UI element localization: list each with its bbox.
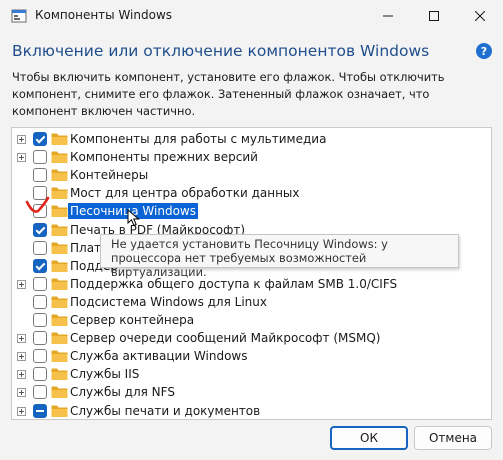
expand-icon[interactable] xyxy=(17,153,26,163)
feature-row[interactable]: Службы IIS xyxy=(12,365,491,383)
feature-checkbox[interactable] xyxy=(33,385,47,400)
tooltip: Не удается установить Песочницу Windows:… xyxy=(100,234,459,279)
feature-row[interactable]: Сервер очереди сообщений Майкрософт (MSM… xyxy=(12,329,491,347)
feature-label[interactable]: Сервер очереди сообщений Майкрософт (MSM… xyxy=(68,330,382,346)
feature-row[interactable]: Песочница Windows xyxy=(12,202,491,220)
minimize-icon xyxy=(383,15,393,17)
feature-label[interactable]: Сервер контейнера xyxy=(68,312,196,328)
page-title: Включение или отключение компонентов Win… xyxy=(12,42,430,60)
windows-features-icon xyxy=(11,9,27,23)
folder-icon xyxy=(51,151,68,164)
feature-row[interactable]: Сервер контейнера xyxy=(12,311,491,329)
feature-label[interactable]: Службы для NFS xyxy=(68,384,177,400)
expand-icon[interactable] xyxy=(17,279,26,289)
folder-icon xyxy=(51,278,68,290)
feature-checkbox[interactable] xyxy=(33,349,47,364)
folder-icon xyxy=(51,314,68,326)
feature-label[interactable]: Службы печати и документов xyxy=(68,403,262,419)
feature-checkbox[interactable] xyxy=(33,150,47,165)
expand-icon[interactable] xyxy=(17,135,26,144)
folder-icon xyxy=(51,133,68,145)
feature-label[interactable]: Мост для центра обработки данных xyxy=(68,185,302,201)
close-icon xyxy=(475,11,485,21)
expand-icon[interactable] xyxy=(17,370,26,380)
maximize-icon xyxy=(429,11,439,21)
feature-checkbox[interactable] xyxy=(33,276,47,291)
feature-row[interactable]: Службы для NFS xyxy=(12,383,491,401)
feature-row[interactable]: Компоненты прежних версий xyxy=(12,148,491,166)
feature-checkbox[interactable] xyxy=(33,403,47,418)
folder-icon xyxy=(51,405,68,417)
expand-icon[interactable] xyxy=(17,406,26,416)
close-button[interactable] xyxy=(457,0,503,32)
feature-checkbox[interactable] xyxy=(33,222,47,237)
folder-icon xyxy=(51,187,68,200)
cancel-button[interactable]: Отмена xyxy=(414,426,492,450)
feature-checkbox[interactable] xyxy=(33,258,47,273)
folder-icon xyxy=(51,350,68,363)
ok-button[interactable]: ОК xyxy=(330,426,408,450)
feature-row[interactable]: Служба активации Windows xyxy=(12,347,491,365)
feature-checkbox[interactable] xyxy=(33,331,47,346)
feature-label[interactable]: Компоненты для работы с мультимедиа xyxy=(68,131,328,147)
folder-icon xyxy=(51,296,68,308)
expand-icon[interactable] xyxy=(17,334,26,344)
feature-label[interactable]: Подсистема Windows для Linux xyxy=(68,294,269,310)
feature-row[interactable]: Службы печати и документов xyxy=(12,402,491,420)
feature-row[interactable]: Компоненты для работы с мультимедиа xyxy=(12,130,491,148)
folder-icon xyxy=(51,224,68,236)
title-bar: Компоненты Windows xyxy=(0,0,503,32)
features-tree[interactable]: Компоненты для работы с мультимедиа Компо… xyxy=(11,127,492,420)
feature-row[interactable]: Контейнеры xyxy=(12,166,491,184)
feature-checkbox[interactable] xyxy=(33,313,47,327)
folder-icon xyxy=(51,332,68,345)
folder-icon xyxy=(51,169,68,182)
maximize-button[interactable] xyxy=(411,0,457,32)
feature-checkbox[interactable] xyxy=(33,168,47,183)
expand-icon[interactable] xyxy=(17,388,26,398)
folder-icon xyxy=(51,386,68,399)
feature-checkbox[interactable] xyxy=(33,367,47,382)
help-icon[interactable]: ? xyxy=(476,43,492,59)
feature-row[interactable]: Поддержка общего доступа к файлам SMB 1.… xyxy=(12,275,491,293)
folder-icon xyxy=(51,368,68,381)
feature-checkbox[interactable] xyxy=(33,132,47,146)
folder-icon xyxy=(51,205,68,218)
feature-checkbox[interactable] xyxy=(33,294,47,309)
feature-row[interactable]: Подсистема Windows для Linux xyxy=(12,293,491,311)
feature-label[interactable]: Компоненты прежних версий xyxy=(68,149,260,165)
minimize-button[interactable] xyxy=(365,0,411,32)
expand-icon[interactable] xyxy=(17,352,26,362)
red-annotation-mark xyxy=(25,196,50,213)
feature-label[interactable]: Контейнеры xyxy=(68,167,150,183)
window-title: Компоненты Windows xyxy=(35,8,173,22)
mouse-cursor-icon xyxy=(127,209,140,227)
description-text: Чтобы включить компонент, установите его… xyxy=(12,70,445,118)
folder-icon xyxy=(51,242,68,254)
feature-label[interactable]: Служба активации Windows xyxy=(68,348,250,364)
folder-icon xyxy=(51,260,68,272)
feature-checkbox[interactable] xyxy=(33,240,47,255)
feature-row[interactable]: Мост для центра обработки данных xyxy=(12,184,491,202)
feature-label[interactable]: Службы IIS xyxy=(68,366,141,382)
